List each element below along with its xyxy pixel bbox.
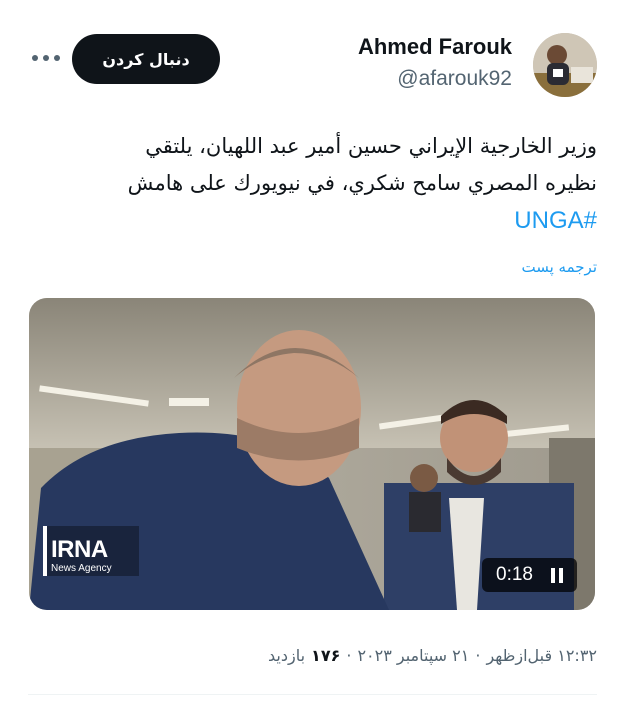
views-label: بازدید bbox=[268, 646, 306, 665]
tweet-date[interactable]: ۲۱ سپتامبر ۲۰۲۳ bbox=[357, 646, 469, 665]
meta-separator: · bbox=[346, 646, 352, 665]
avatar[interactable] bbox=[533, 33, 597, 97]
follow-button[interactable]: دنبال کردن bbox=[72, 34, 220, 84]
user-handle[interactable]: @afarouk92 bbox=[358, 64, 512, 94]
more-icon-dot bbox=[43, 55, 49, 61]
tweet-body: وزير الخارجية الإيراني حسين أمير عبد الل… bbox=[27, 128, 597, 239]
more-icon-dot bbox=[54, 55, 60, 61]
views-count: ۱۷۶ bbox=[311, 646, 341, 665]
tweet-text-line: نظيره المصري سامح شكري، في نيويورك على ه… bbox=[127, 171, 597, 195]
display-name[interactable]: Ahmed Farouk bbox=[358, 32, 512, 62]
tweet-meta: ۱۲:۳۲ قبل‌ازظهر · ۲۱ سپتامبر ۲۰۲۳ · ۱۷۶ … bbox=[268, 646, 597, 665]
video-duration: 0:18 bbox=[496, 564, 533, 585]
pause-icon[interactable] bbox=[551, 567, 563, 583]
more-options-button[interactable] bbox=[28, 48, 64, 68]
video-controls[interactable]: 0:18 bbox=[482, 558, 577, 592]
user-info: Ahmed Farouk @afarouk92 bbox=[358, 32, 512, 94]
tweet-header: دنبال کردن Ahmed Farouk @afarouk92 bbox=[0, 0, 625, 110]
video-player[interactable]: IRNA News Agency 0:18 bbox=[29, 298, 595, 610]
irna-subtitle: News Agency bbox=[51, 563, 112, 574]
irna-logo: IRNA bbox=[51, 536, 108, 563]
avatar-image bbox=[533, 33, 597, 97]
tweet-time[interactable]: ۱۲:۳۲ قبل‌ازظهر bbox=[486, 646, 597, 665]
hashtag-link[interactable]: #UNGA bbox=[27, 202, 597, 239]
divider bbox=[28, 694, 597, 695]
translate-post-link[interactable]: ترجمه پست bbox=[522, 258, 598, 276]
more-icon-dot bbox=[32, 55, 38, 61]
tweet-text-line: وزير الخارجية الإيراني حسين أمير عبد الل… bbox=[145, 134, 597, 158]
meta-separator: · bbox=[475, 646, 481, 665]
